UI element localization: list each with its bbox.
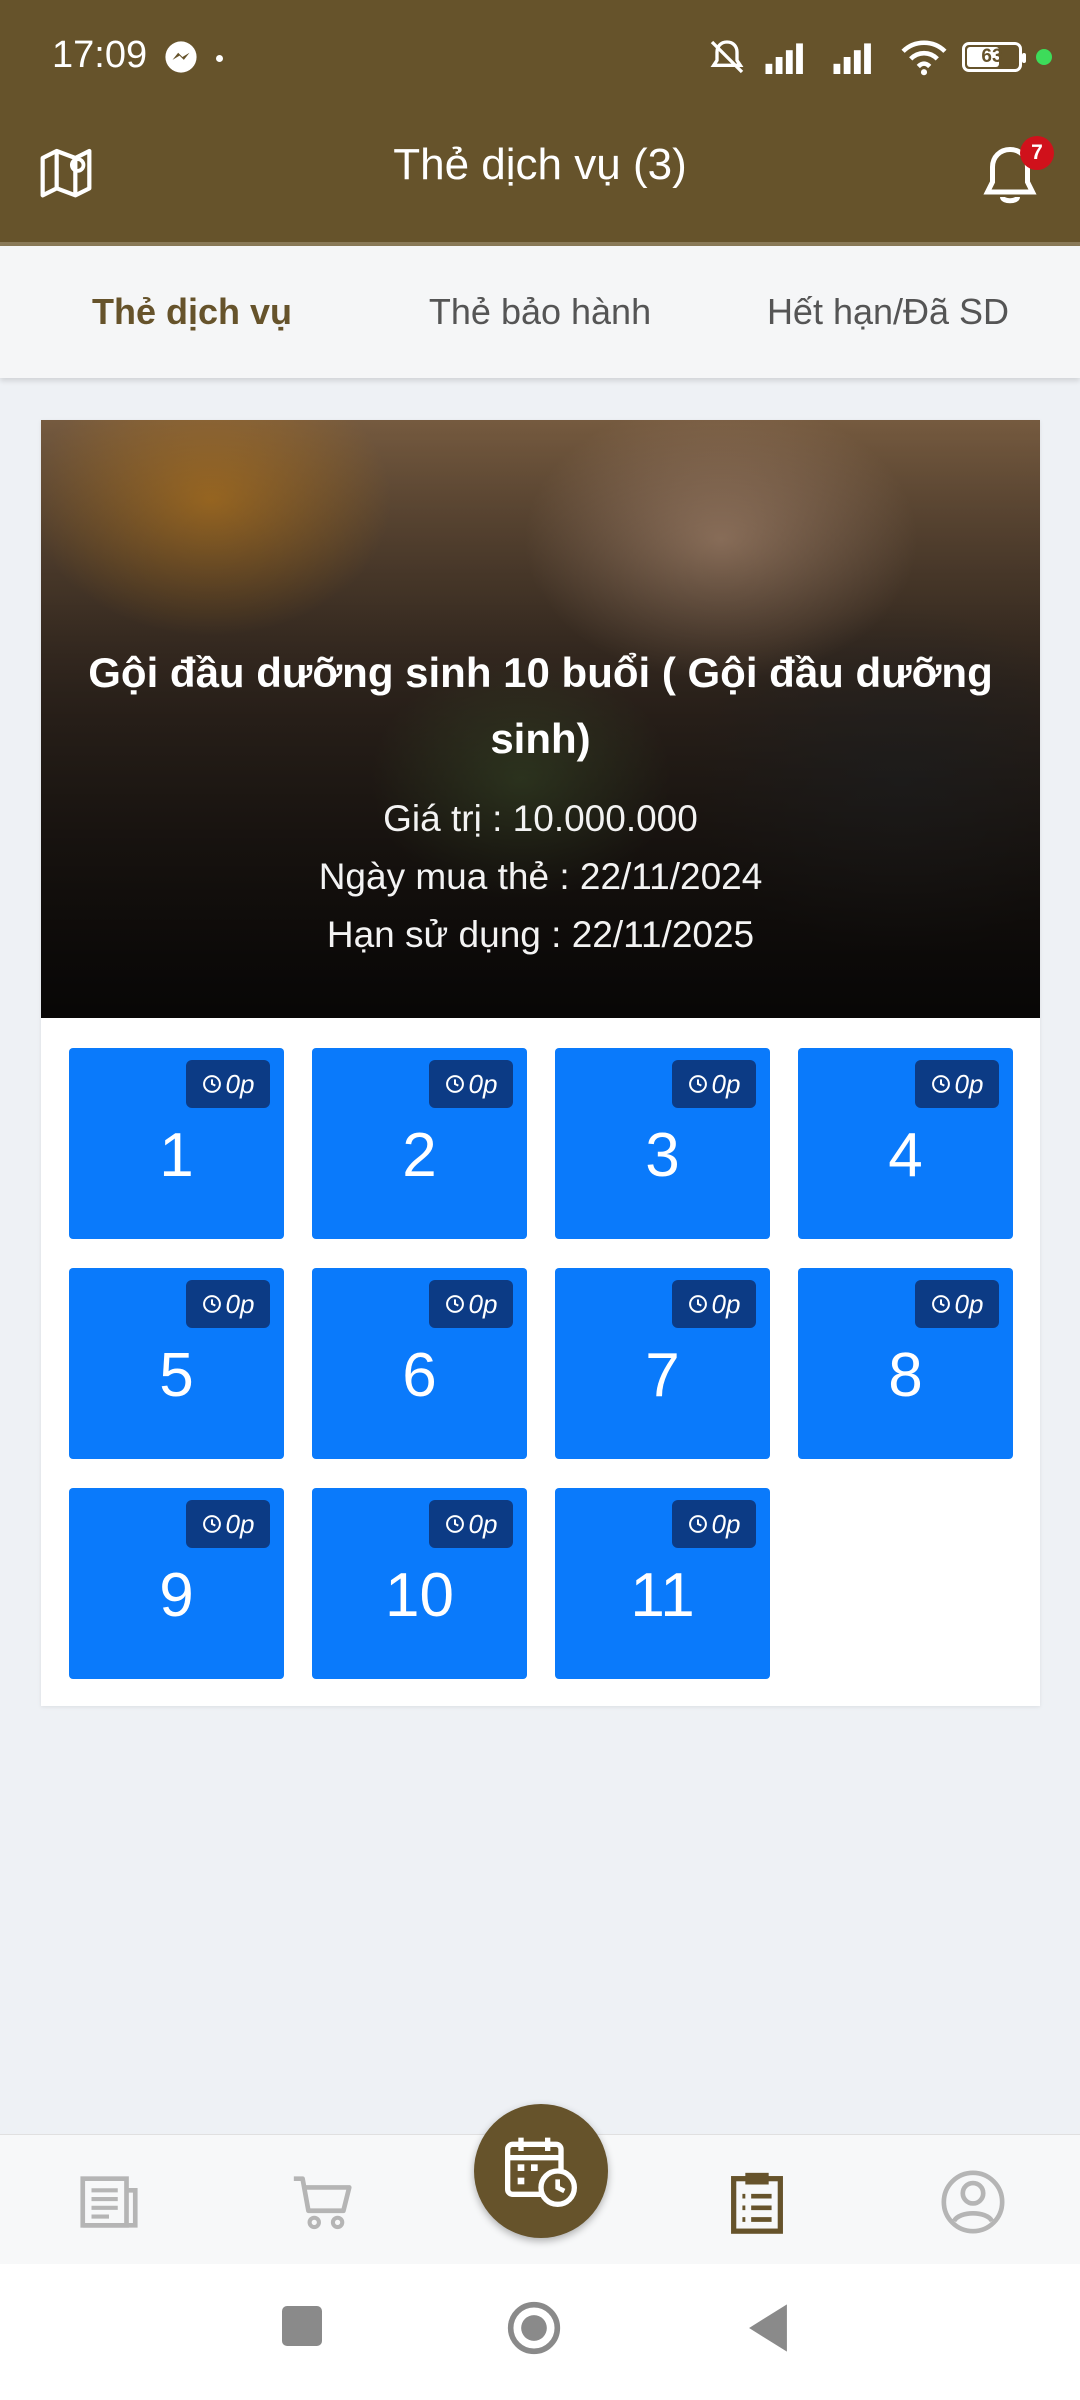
session-tile[interactable]: 0p 2 xyxy=(312,1048,527,1239)
signal-icon xyxy=(833,43,871,74)
session-duration: 0p xyxy=(954,1288,984,1319)
tab-service-cards[interactable]: Thẻ dịch vụ xyxy=(12,246,372,378)
status-bar: 17:09 63 xyxy=(0,0,1080,114)
user-icon[interactable] xyxy=(938,2167,1008,2237)
battery-icon: 63 xyxy=(962,42,1026,72)
session-number: 9 xyxy=(159,1561,194,1630)
session-number: 7 xyxy=(645,1341,680,1410)
clock-icon xyxy=(688,1295,707,1313)
messenger-icon xyxy=(165,41,197,73)
clock-icon xyxy=(688,1075,707,1093)
news-icon[interactable] xyxy=(74,2167,144,2237)
session-duration: 0p xyxy=(225,1288,255,1319)
notification-badge: 7 xyxy=(1020,136,1054,170)
card-expiry-date: Hạn sử dụng : 22/11/2025 xyxy=(326,914,755,955)
session-duration: 0p xyxy=(225,1068,255,1099)
booking-fab[interactable] xyxy=(474,2104,608,2238)
session-number: 8 xyxy=(888,1341,923,1410)
session-duration: 0p xyxy=(711,1068,741,1099)
session-duration-badge: 0p xyxy=(186,1280,270,1328)
session-duration-badge: 0p xyxy=(429,1280,513,1328)
tab-bar: Thẻ dịch vụ Thẻ bảo hành Hết hạn/Đã SD xyxy=(0,246,1080,378)
clipboard-icon[interactable] xyxy=(722,2167,792,2237)
session-tile[interactable]: 0p 5 xyxy=(69,1268,284,1459)
clock-icon xyxy=(445,1295,464,1313)
mute-icon xyxy=(710,40,744,74)
clock-icon xyxy=(202,1515,221,1533)
session-tile[interactable]: 0p 3 xyxy=(555,1048,770,1239)
session-tile[interactable]: 0p 6 xyxy=(312,1268,527,1459)
session-duration-badge: 0p xyxy=(429,1060,513,1108)
session-duration: 0p xyxy=(468,1288,498,1319)
session-duration-badge: 0p xyxy=(186,1060,270,1108)
card-value: Giá trị : 10.000.000 xyxy=(383,798,698,839)
session-number: 2 xyxy=(402,1121,437,1190)
session-tile[interactable]: 0p 10 xyxy=(312,1488,527,1679)
session-duration-badge: 0p xyxy=(672,1060,756,1108)
tab-expired-used[interactable]: Hết hạn/Đã SD xyxy=(708,246,1068,378)
session-duration-badge: 0p xyxy=(429,1500,513,1548)
clock-icon xyxy=(445,1515,464,1533)
battery-level: 63 xyxy=(981,46,1003,67)
card-purchase-date: Ngày mua thẻ : 22/11/2024 xyxy=(318,856,763,897)
session-tile[interactable]: 0p 1 xyxy=(69,1048,284,1239)
clock-icon xyxy=(931,1075,950,1093)
session-duration-badge: 0p xyxy=(915,1280,999,1328)
back-button[interactable] xyxy=(744,2302,792,2354)
session-tile[interactable]: 0p 11 xyxy=(555,1488,770,1679)
card-info: Gội đầu dưỡng sinh 10 buổi ( Gội đầu dưỡ… xyxy=(41,640,1040,964)
system-nav xyxy=(0,2264,1080,2400)
session-duration: 0p xyxy=(711,1508,741,1539)
wifi-icon xyxy=(901,40,947,76)
app-header: Thẻ dịch vụ (3) 7 xyxy=(0,114,1080,246)
status-time: 17:09 xyxy=(52,34,148,76)
calendar-clock-icon xyxy=(505,2137,577,2207)
session-duration: 0p xyxy=(225,1508,255,1539)
page-title: Thẻ dịch vụ (3) xyxy=(393,140,687,189)
session-number: 6 xyxy=(402,1341,437,1410)
tab-warranty-cards[interactable]: Thẻ bảo hành xyxy=(360,246,720,378)
notification-button[interactable]: 7 xyxy=(980,136,1054,210)
session-number: 1 xyxy=(159,1121,194,1190)
session-duration-badge: 0p xyxy=(672,1280,756,1328)
session-number: 11 xyxy=(630,1561,695,1630)
session-duration: 0p xyxy=(711,1288,741,1319)
clock-icon xyxy=(202,1075,221,1093)
session-duration-badge: 0p xyxy=(672,1500,756,1548)
recents-button[interactable] xyxy=(282,2306,322,2346)
status-icons: 63 xyxy=(704,30,1052,84)
session-duration: 0p xyxy=(954,1068,984,1099)
clock-icon xyxy=(445,1075,464,1093)
home-button[interactable] xyxy=(506,2300,562,2356)
session-tile[interactable]: 0p 8 xyxy=(798,1268,1013,1459)
privacy-indicator xyxy=(1036,49,1052,65)
session-duration: 0p xyxy=(468,1068,498,1099)
session-tile[interactable]: 0p 7 xyxy=(555,1268,770,1459)
cart-icon[interactable] xyxy=(288,2167,358,2237)
clock-icon xyxy=(931,1295,950,1313)
notification-dot xyxy=(216,55,223,62)
session-number: 10 xyxy=(385,1561,454,1630)
session-duration-badge: 0p xyxy=(915,1060,999,1108)
session-number: 3 xyxy=(645,1121,680,1190)
session-tile[interactable]: 0p 9 xyxy=(69,1488,284,1679)
card-hero-image: Gội đầu dưỡng sinh 10 buổi ( Gội đầu dưỡ… xyxy=(41,420,1040,1018)
session-duration: 0p xyxy=(468,1508,498,1539)
session-number: 5 xyxy=(159,1341,194,1410)
card-title: Gội đầu dưỡng sinh 10 buổi ( Gội đầu dưỡ… xyxy=(88,649,993,762)
signal-icon xyxy=(765,43,803,74)
service-card[interactable]: Gội đầu dưỡng sinh 10 buổi ( Gội đầu dưỡ… xyxy=(41,420,1040,1706)
session-duration-badge: 0p xyxy=(186,1500,270,1548)
clock-icon xyxy=(202,1295,221,1313)
session-number: 4 xyxy=(888,1121,923,1190)
session-tile[interactable]: 0p 4 xyxy=(798,1048,1013,1239)
clock-icon xyxy=(688,1515,707,1533)
